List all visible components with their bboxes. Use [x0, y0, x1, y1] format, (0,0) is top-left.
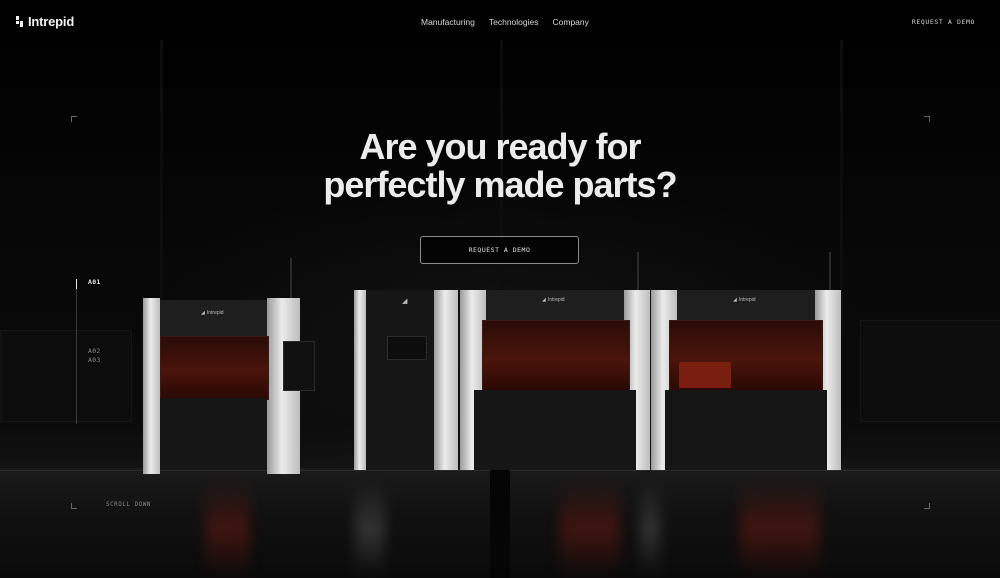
request-demo-link[interactable]: REQUEST A DEMO — [912, 18, 975, 26]
corner-bracket-bottom-right — [924, 503, 930, 509]
machine-brand: ◢ Intrepid — [542, 297, 565, 303]
machine-a02: ◢ — [354, 290, 460, 472]
machine-window — [160, 336, 269, 400]
floor-reflection — [640, 480, 660, 578]
headline-line-1: Are you ready for — [359, 126, 641, 167]
machine-antenna — [829, 252, 831, 290]
machine-a03: ◢ Intrepid — [460, 290, 650, 472]
background-rack — [0, 330, 132, 422]
machine-pillar — [143, 298, 160, 474]
machine-body — [665, 390, 827, 470]
machine-brand: ◢ Intrepid — [201, 310, 224, 316]
headline-line-2: perfectly made parts? — [323, 164, 677, 205]
indicator-active-marker — [76, 279, 77, 289]
build-plate — [679, 362, 731, 388]
floor-reflection — [205, 480, 250, 578]
machine-antenna — [637, 252, 639, 290]
logo-icon: ◢ — [201, 310, 205, 316]
control-screen — [283, 341, 315, 391]
main-menu: Manufacturing Technologies Company — [421, 17, 589, 27]
machine-a04: ◢ Intrepid — [651, 290, 843, 472]
machine-vent — [387, 336, 427, 360]
logo-icon — [16, 16, 23, 27]
brand-logo[interactable]: Intrepid — [15, 14, 74, 29]
nav-link-company[interactable]: Company — [553, 17, 589, 27]
hero-headline: Are you ready for perfectly made parts? — [200, 128, 800, 204]
request-demo-button[interactable]: REQUEST A DEMO — [420, 236, 579, 264]
corner-bracket-top-left — [71, 116, 77, 122]
corner-bracket-bottom-left — [71, 503, 77, 509]
machine-top — [677, 290, 815, 320]
floor-reflection — [355, 480, 385, 578]
machine-top — [160, 300, 267, 336]
machine-body — [160, 398, 267, 470]
nav-link-technologies[interactable]: Technologies — [489, 17, 539, 27]
floor-groove — [490, 470, 510, 578]
logo-icon: ◢ — [542, 297, 546, 303]
machine-top — [486, 290, 624, 320]
machine-antenna — [290, 258, 292, 298]
floor-reflection — [560, 480, 620, 578]
nav-link-manufacturing[interactable]: Manufacturing — [421, 17, 475, 27]
floor-reflection — [740, 480, 820, 578]
hero-section: ◢ Intrepid ◢ ◢ Intrepid ◢ Intrepid Intre… — [0, 0, 1000, 578]
indicator-item-a01[interactable]: A01 — [88, 278, 101, 286]
machine-body — [474, 390, 636, 470]
top-navigation: Intrepid Manufacturing Technologies Comp… — [0, 0, 1000, 44]
machine-pillar — [434, 290, 458, 470]
machine-window — [482, 320, 630, 392]
brand-name: Intrepid — [28, 14, 75, 29]
logo-icon: ◢ — [733, 297, 737, 303]
indicator-track — [76, 279, 77, 424]
indicator-item-a03[interactable]: A03 — [88, 356, 101, 364]
indicator-item-a02[interactable]: A02 — [88, 347, 101, 355]
corner-bracket-top-right — [924, 116, 930, 122]
scroll-down-hint[interactable]: SCROLL DOWN — [106, 502, 151, 508]
machine-pillar — [354, 290, 366, 470]
machine-body — [366, 290, 434, 470]
machine-a01: ◢ Intrepid — [143, 298, 315, 476]
machine-brand: ◢ Intrepid — [733, 297, 756, 303]
logo-icon: ◢ — [402, 298, 408, 305]
background-rack — [860, 320, 1000, 422]
